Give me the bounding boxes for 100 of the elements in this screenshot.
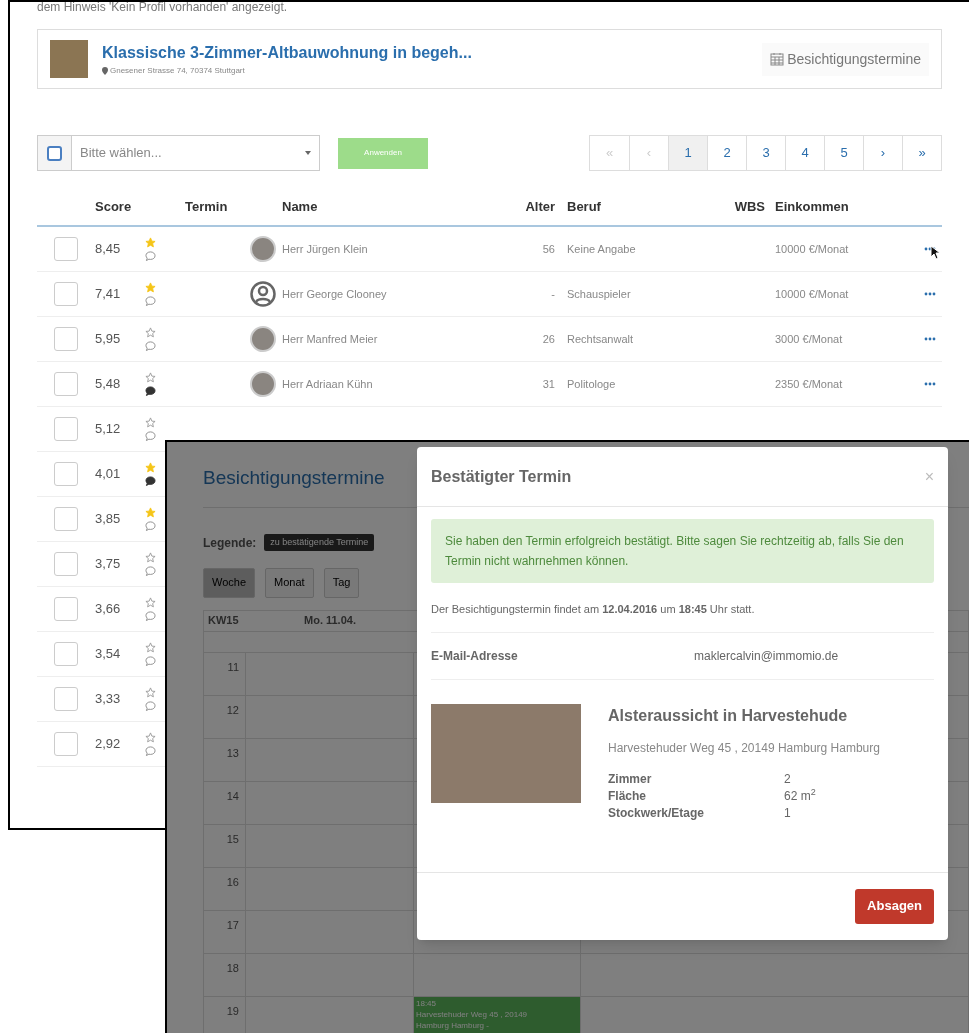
score-cell-text: 3,33 [95, 690, 122, 709]
hour-label: 13 [204, 738, 246, 781]
score-cell-text: 2,92 [95, 735, 122, 754]
speech-bubble-icon[interactable] [145, 656, 156, 666]
view-tab[interactable]: Tag [323, 567, 360, 598]
star-outline-icon[interactable] [145, 327, 156, 338]
row-checkbox[interactable] [54, 732, 78, 756]
row-checkbox[interactable] [54, 552, 78, 576]
column-header[interactable]: WBS [700, 197, 765, 217]
email-value: maklercalvin@immomio.de [694, 647, 839, 665]
speech-bubble-icon[interactable] [145, 746, 156, 756]
property-title: Alsteraussicht in Harvestehude [608, 705, 849, 726]
more-options-icon[interactable] [924, 292, 936, 296]
profession-cell-text: Keine Angabe [566, 241, 637, 257]
score-cell-text: 5,48 [95, 375, 122, 394]
star-filled-icon[interactable] [145, 237, 156, 248]
calendar-icon [770, 52, 785, 66]
listing-address: Gnesener Strasse 74, 70374 Stuttgart [110, 65, 245, 77]
view-tab[interactable]: Woche [203, 567, 256, 598]
legend-badge: zu bestätigende Termine [264, 533, 375, 552]
star-filled-icon[interactable] [145, 282, 156, 293]
row-checkbox[interactable] [54, 462, 78, 486]
row-checkbox[interactable] [54, 597, 78, 621]
speech-bubble-icon[interactable] [145, 521, 156, 531]
speech-bubble-icon[interactable] [145, 296, 156, 306]
hour-label: 12 [204, 695, 246, 738]
star-outline-icon[interactable] [145, 597, 156, 608]
age-cell-text: 26 [541, 331, 555, 347]
appointments-button[interactable]: Besichtigungstermine [762, 42, 929, 76]
score-cell-text: 5,95 [95, 330, 122, 349]
speech-bubble-icon[interactable] [145, 431, 156, 441]
star-outline-icon[interactable] [145, 552, 156, 563]
age-cell-text: 56 [541, 241, 555, 257]
age-cell-text: - [550, 286, 555, 302]
hour-label: 19 [204, 996, 246, 1033]
speech-bubble-icon[interactable] [145, 611, 156, 621]
profession-cell-text: Politologe [566, 376, 617, 392]
legend-label: Legende: [203, 534, 257, 552]
row-checkbox[interactable] [54, 372, 78, 396]
column-header[interactable]: Score [95, 197, 145, 217]
score-cell-text: 3,85 [95, 510, 122, 529]
column-header[interactable]: Einkommen [765, 197, 900, 217]
hour-label: 11 [204, 652, 246, 695]
score-cell-text: 5,12 [95, 420, 122, 439]
week-label: KW15 [207, 613, 240, 629]
star-outline-icon[interactable] [145, 687, 156, 698]
speech-bubble-icon[interactable] [145, 341, 156, 351]
speech-bubble-filled-icon[interactable] [145, 386, 156, 396]
property-address: Harvestehuder Weg 45 , 20149 Hamburg Hamburg [608, 739, 880, 757]
speech-bubble-icon[interactable] [145, 251, 156, 261]
hour-label: 14 [204, 781, 246, 824]
hour-label: 18 [204, 953, 246, 996]
row-checkbox[interactable] [54, 417, 78, 441]
name-cell-text: Herr Adriaan Kühn [282, 376, 374, 392]
column-header[interactable]: Name [282, 197, 515, 217]
fact-label: Fläche [608, 787, 647, 805]
row-checkbox[interactable] [54, 327, 78, 351]
star-outline-icon[interactable] [145, 417, 156, 428]
row-checkbox[interactable] [54, 642, 78, 666]
fact-label: Stockwerk/Etage [608, 804, 706, 822]
dialog-title: Bestätigter Termin [431, 466, 572, 487]
speech-bubble-icon[interactable] [145, 701, 156, 711]
view-tab[interactable]: Monat [265, 567, 314, 598]
income-cell-text: 2350 €/Monat [774, 376, 844, 392]
fact-label: Zimmer [608, 770, 653, 788]
row-checkbox[interactable] [54, 507, 78, 531]
listing-title[interactable]: Klassische 3-Zimmer-Altbauwohnung in begeh... [102, 41, 749, 65]
appointment-info: Der Besichtigungstermin findet am 12.04.2016 um 18:45 Uhr statt. [431, 601, 934, 633]
success-alert: Sie haben den Termin erfolgreich bestätigt. Bitte sagen Sie rechtzeitig ab, falls Sie den Termin nicht wahrnehmen können. [431, 519, 934, 583]
star-outline-icon[interactable] [145, 732, 156, 743]
column-header[interactable]: Beruf [555, 197, 700, 217]
score-cell-text: 8,45 [95, 240, 122, 259]
intro-text: dem Hinweis 'Kein Profil vorhanden' angezeigt. [37, 2, 289, 13]
score-cell-text: 3,75 [95, 555, 122, 574]
income-cell-text: 10000 €/Monat [774, 241, 850, 257]
star-outline-icon[interactable] [145, 642, 156, 653]
more-options-icon[interactable] [924, 382, 936, 386]
score-cell-text: 7,41 [95, 285, 122, 304]
score-cell-text: 3,54 [95, 645, 122, 664]
column-header[interactable]: Termin [185, 197, 250, 217]
day-header: Mo. 11.04. [303, 613, 357, 629]
star-filled-icon[interactable] [145, 507, 156, 518]
column-header[interactable]: Alter [515, 197, 555, 217]
name-cell-text: Herr George Clooney [282, 286, 388, 302]
star-outline-icon[interactable] [145, 372, 156, 383]
page-link[interactable]: 1 [668, 136, 707, 170]
income-cell-text: 3000 €/Monat [774, 331, 844, 347]
row-checkbox[interactable] [54, 282, 78, 306]
more-options-icon[interactable] [924, 337, 936, 341]
speech-bubble-icon[interactable] [145, 566, 156, 576]
star-filled-icon[interactable] [145, 462, 156, 473]
map-pin-icon [102, 67, 108, 75]
row-checkbox[interactable] [54, 237, 78, 261]
row-checkbox[interactable] [54, 687, 78, 711]
mouse-cursor-icon [930, 245, 940, 260]
speech-bubble-filled-icon[interactable] [145, 476, 156, 486]
score-cell-text: 3,66 [95, 600, 122, 619]
fact-value: 1 [784, 804, 791, 822]
income-cell-text: 10000 €/Monat [774, 286, 850, 302]
cancel-appointment-button[interactable]: Absagen [855, 888, 934, 924]
